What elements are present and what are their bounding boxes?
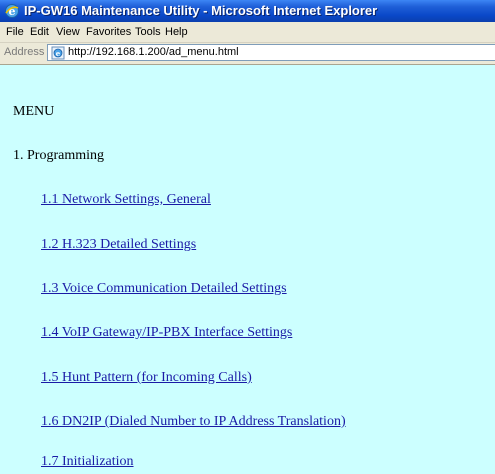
svg-text:e: e [56, 49, 61, 58]
link-dn2ip[interactable]: 1.6 DN2IP (Dialed Number to IP Address T… [41, 414, 346, 430]
window-title: IP-GW16 Maintenance Utility - Microsoft … [24, 3, 378, 18]
address-bar: Address e http://192.168.1.200/ad_menu.h… [0, 43, 495, 65]
link-h323-settings[interactable]: 1.2 H.323 Detailed Settings [41, 237, 196, 253]
link-voip-gateway[interactable]: 1.4 VoIP Gateway/IP-PBX Interface Settin… [41, 325, 292, 341]
title-bar: e IP-GW16 Maintenance Utility - Microsof… [0, 0, 495, 22]
link-hunt-pattern[interactable]: 1.5 Hunt Pattern (for Incoming Calls) [41, 370, 252, 386]
menu-edit[interactable]: Edit [28, 22, 51, 42]
address-label: Address [4, 46, 45, 58]
section-programming: 1. Programming [13, 148, 104, 163]
page-content: MENU 1. Programming 1.1 Network Settings… [0, 65, 495, 474]
menu-view[interactable]: View [54, 22, 82, 42]
ie-icon: e [5, 4, 19, 18]
menu-help[interactable]: Help [163, 22, 190, 42]
address-input[interactable]: e http://192.168.1.200/ad_menu.html [47, 44, 495, 61]
menu-file[interactable]: File [4, 22, 26, 42]
link-voice-settings[interactable]: 1.3 Voice Communication Detailed Setting… [41, 281, 287, 297]
page-heading: MENU [13, 104, 55, 119]
page-icon: e [51, 46, 65, 60]
address-url: http://192.168.1.200/ad_menu.html [68, 46, 239, 58]
link-initialization[interactable]: 1.7 Initialization [41, 454, 134, 470]
menu-tools[interactable]: Tools [133, 22, 163, 42]
menu-bar: File Edit View Favorites Tools Help [0, 22, 495, 43]
link-network-settings[interactable]: 1.1 Network Settings, General [41, 192, 211, 208]
menu-favorites[interactable]: Favorites [84, 22, 133, 42]
